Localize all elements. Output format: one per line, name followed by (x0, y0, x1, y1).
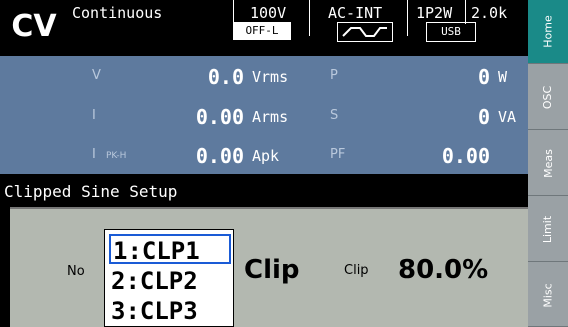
clip-type-value[interactable]: Clip (244, 255, 300, 285)
tab-meas-label: Meas (541, 149, 555, 178)
waveform-box (337, 22, 393, 42)
divider (309, 0, 310, 36)
instrument-screen: CV Continuous 100V AC-INT 1P2W 2.0k OFF-… (0, 0, 568, 327)
power-factor-value: 0.00 (441, 144, 490, 168)
output-mode: Continuous (72, 4, 163, 22)
power-factor-label: PF (330, 147, 346, 162)
number-label: No (67, 264, 85, 279)
apparent-power-label: S (330, 108, 339, 123)
usb-indicator: USB (426, 22, 476, 42)
divider (407, 0, 408, 36)
voltage-value: 0.0 (207, 65, 244, 89)
mode-indicator: CV (0, 0, 68, 52)
wiring-label: 1P2W (416, 4, 453, 22)
tab-osc-label: OSC (541, 85, 555, 110)
tab-home[interactable]: Home (528, 0, 568, 64)
dropdown-option-clp3[interactable]: 3:CLP3 (109, 296, 231, 326)
section-title: Clipped Sine Setup (0, 180, 532, 204)
clip-label: Clip (344, 263, 369, 278)
source-label: AC-INT (328, 4, 383, 22)
power-label: P (330, 68, 338, 83)
peak-current-sub: PK-H (105, 151, 127, 161)
range-label: 100V (250, 4, 287, 22)
status-bar: Continuous 100V AC-INT 1P2W 2.0k OFF-L U… (68, 0, 528, 52)
tab-misc-label: Misc (541, 282, 555, 308)
current-unit: Arms (252, 108, 289, 126)
voltage-unit: Vrms (252, 68, 289, 86)
current-label: I (92, 108, 96, 123)
tab-limit[interactable]: Limit (528, 198, 568, 262)
dropdown-option-clp1[interactable]: 1:CLP1 (109, 234, 231, 265)
freq-range-label: 2.0k (471, 4, 508, 22)
power-value: 0 (477, 65, 490, 89)
divider (10, 207, 528, 209)
clip-value[interactable]: 80.0% (398, 255, 488, 285)
clipped-sine-icon (342, 27, 387, 37)
peak-current-unit: Apk (252, 147, 280, 165)
measurement-panel: V 0.0 Vrms I 0.00 Arms I PK-H 0.00 Apk P… (0, 56, 528, 174)
divider (465, 0, 466, 24)
clipped-sine-setup-panel: No Clip Clip 80.0% 1:CLP1 2:CLP2 3:CLP3 (10, 207, 528, 327)
apparent-power-value: 0 (477, 105, 490, 129)
dropdown-option-clp2[interactable]: 2:CLP2 (109, 266, 231, 296)
side-tab-bar: Home OSC Meas Limit Misc (528, 0, 568, 327)
tab-misc[interactable]: Misc (528, 264, 568, 327)
tab-osc[interactable]: OSC (528, 66, 568, 130)
apparent-power-unit: VA (498, 108, 517, 126)
tab-limit-label: Limit (541, 215, 555, 244)
clip-number-dropdown[interactable]: 1:CLP1 2:CLP2 3:CLP3 (104, 229, 234, 327)
tab-home-label: Home (541, 15, 555, 48)
voltage-label: V (92, 68, 101, 83)
peak-current-value: 0.00 (195, 144, 244, 168)
power-unit: W (498, 68, 508, 86)
peak-current-label: I PK-H (92, 147, 126, 162)
peak-current-symbol: I (92, 147, 96, 162)
current-value: 0.00 (195, 105, 244, 129)
off-l-badge: OFF-L (233, 22, 291, 40)
tab-meas[interactable]: Meas (528, 132, 568, 196)
